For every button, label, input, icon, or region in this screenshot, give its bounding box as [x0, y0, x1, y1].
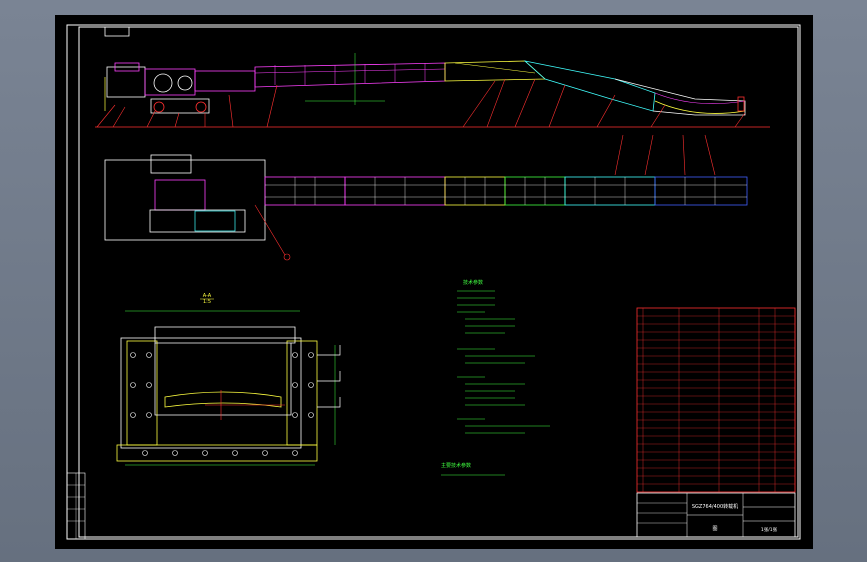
drawing-tag	[104, 26, 130, 37]
side-elevation-view	[95, 53, 770, 128]
section-view: A-A 1:5	[116, 293, 341, 466]
parts-list-table	[636, 307, 796, 493]
inner-frame	[78, 26, 799, 538]
drawing-sheet[interactable]: A-A 1:5 技术参数 主要技术参数 SGZ764/400转载机 图 1张/1…	[55, 15, 813, 549]
svg-text:SGZ764/400转载机: SGZ764/400转载机	[692, 503, 738, 510]
svg-text:图: 图	[712, 526, 717, 532]
svg-text:技术参数: 技术参数	[463, 279, 483, 286]
svg-text:1:5: 1:5	[203, 299, 211, 305]
svg-text:主要技术参数: 主要技术参数	[441, 462, 471, 469]
revision-block	[66, 472, 86, 540]
svg-text:1张/1张: 1张/1张	[761, 526, 778, 533]
title-block: SGZ764/400转载机 图 1张/1张	[636, 492, 796, 538]
cad-viewport[interactable]: A-A 1:5 技术参数 主要技术参数 SGZ764/400转载机 图 1张/1…	[0, 0, 867, 562]
tech-params-block: 技术参数 主要技术参数	[441, 279, 550, 476]
plan-view	[104, 134, 748, 261]
drawing-canvas[interactable]: A-A 1:5 技术参数 主要技术参数 SGZ764/400转载机 图 1张/1…	[55, 15, 813, 549]
